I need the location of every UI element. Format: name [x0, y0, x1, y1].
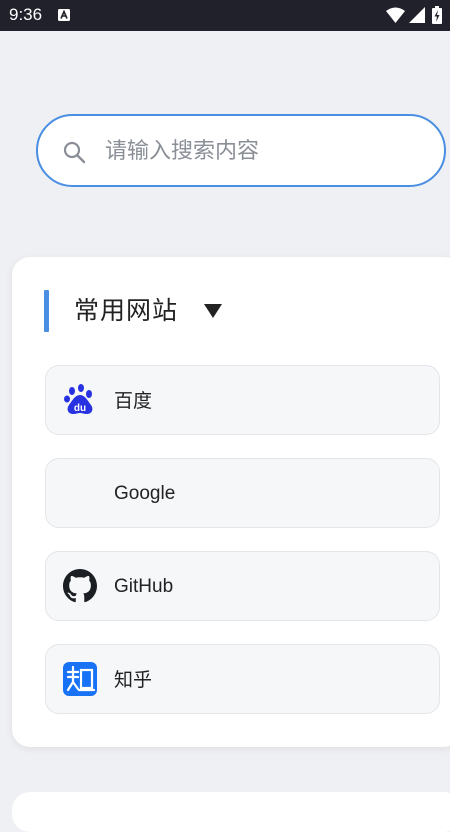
signal-icon: [409, 7, 425, 23]
site-item-github[interactable]: GitHub: [45, 551, 440, 621]
baidu-logo-icon: du: [64, 384, 93, 414]
wifi-icon: [386, 7, 405, 23]
site-item-zhihu[interactable]: 知乎: [45, 644, 440, 714]
svg-text:du: du: [74, 403, 86, 414]
site-label: GitHub: [114, 576, 174, 597]
site-label: 知乎: [114, 669, 153, 691]
favorites-card: 常用网站 du 百度 Google GitHub 知乎: [12, 257, 450, 747]
search-input[interactable]: 请输入搜索内容: [36, 114, 446, 187]
site-label: 百度: [114, 390, 153, 412]
site-label: Google: [114, 483, 176, 504]
search-icon: [63, 141, 86, 164]
search-placeholder: 请输入搜索内容: [105, 139, 260, 164]
site-item-baidu[interactable]: du 百度: [45, 365, 440, 435]
github-logo-icon: [63, 569, 97, 603]
section-accent-bar: [44, 290, 49, 332]
section-title[interactable]: 常用网站: [74, 295, 178, 327]
status-bar: 9:36: [0, 0, 450, 31]
status-time: 9:36: [9, 5, 43, 24]
app-notification-icon: [58, 9, 70, 21]
battery-charging-icon: [432, 6, 442, 24]
zhihu-logo-icon: [63, 662, 97, 696]
next-section-card: [12, 792, 450, 832]
caret-down-icon[interactable]: [204, 304, 222, 318]
site-item-google[interactable]: Google: [45, 458, 440, 528]
